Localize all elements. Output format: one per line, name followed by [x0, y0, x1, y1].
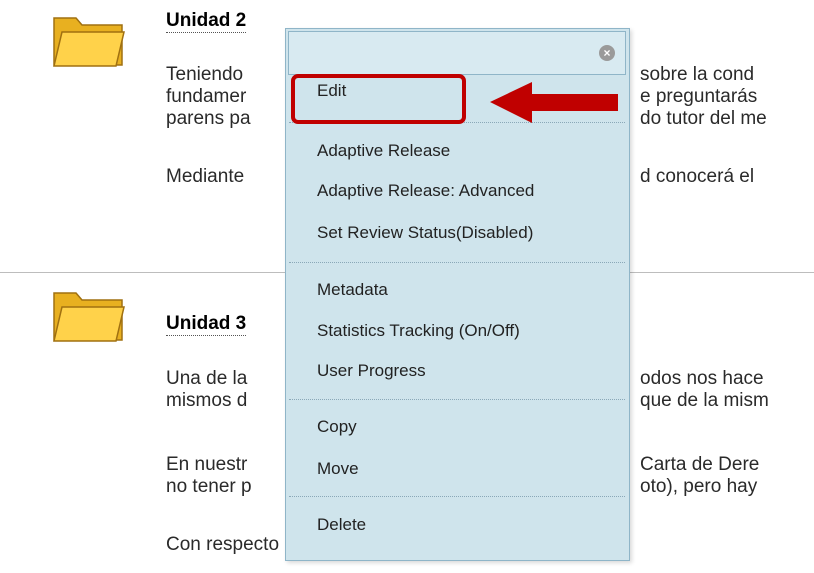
menu-item-copy[interactable]: Copy — [317, 417, 357, 437]
menu-item-adaptive-release[interactable]: Adaptive Release — [317, 141, 450, 161]
unit-3-text-line: que de la mism — [640, 390, 769, 411]
unit-2-text-line: Mediante — [166, 166, 245, 187]
folder-icon — [53, 292, 125, 342]
menu-item-move[interactable]: Move — [317, 459, 359, 479]
unit-3-text-line: En nuestr — [166, 454, 248, 475]
menu-separator — [289, 262, 625, 263]
folder-icon — [53, 17, 125, 67]
unit-2-text-line: e preguntarás — [640, 86, 758, 107]
unit-2-title[interactable]: Unidad 2 — [166, 10, 247, 33]
unit-2-text-line: fundamer — [166, 86, 247, 107]
unit-3-text-line: Una de la — [166, 368, 248, 389]
menu-item-delete[interactable]: Delete — [317, 515, 366, 535]
unit-2-text-line: d conocerá el — [640, 166, 755, 187]
unit-3-text-line: no tener p — [166, 476, 252, 497]
menu-separator — [289, 496, 625, 497]
context-menu-header: × — [288, 31, 626, 75]
close-icon[interactable]: × — [599, 45, 615, 61]
menu-item-metadata[interactable]: Metadata — [317, 280, 388, 300]
unit-3-text-line: odos nos hace — [640, 368, 764, 389]
unit-2-text-line: sobre la cond — [640, 64, 755, 85]
unit-2-text-line: parens pa — [166, 108, 251, 129]
unit-3-text-line: oto), pero hay — [640, 476, 758, 497]
edit-highlight-box — [291, 74, 466, 124]
menu-item-set-review-status[interactable]: Set Review Status(Disabled) — [317, 223, 533, 243]
menu-separator — [289, 399, 625, 400]
unit-3-title[interactable]: Unidad 3 — [166, 313, 247, 336]
unit-2-text-line: Teniendo — [166, 64, 244, 85]
pointer-arrow-icon — [490, 82, 618, 123]
unit-3-text-line: Carta de Dere — [640, 454, 760, 475]
menu-item-adaptive-release-advanced[interactable]: Adaptive Release: Advanced — [317, 181, 534, 201]
unit-3-text-line: mismos d — [166, 390, 248, 411]
menu-item-statistics-tracking[interactable]: Statistics Tracking (On/Off) — [317, 321, 520, 341]
unit-2-text-line: do tutor del me — [640, 108, 767, 129]
menu-item-user-progress[interactable]: User Progress — [317, 361, 426, 381]
